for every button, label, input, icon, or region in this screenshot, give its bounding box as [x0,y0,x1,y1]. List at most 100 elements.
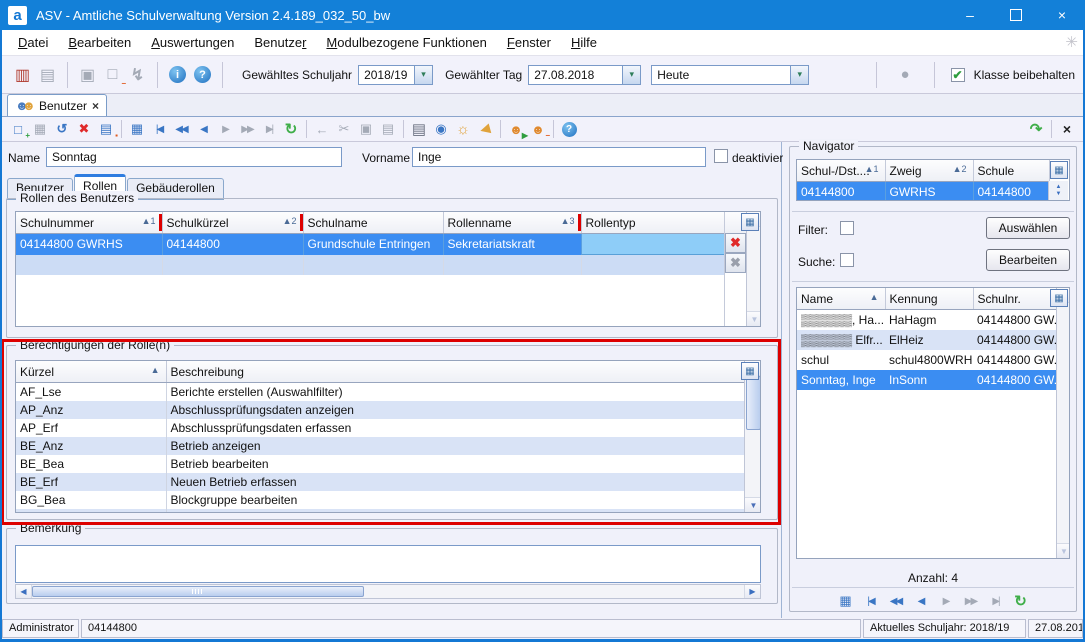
delete-record-icon[interactable]: ✖ [73,119,95,139]
stamp-icon[interactable]: ▣ [75,63,100,87]
column-header[interactable]: Schulname [303,212,443,234]
tab-benutzer[interactable]: ☻☻ Benutzer × [7,94,107,116]
day-combobox[interactable]: 27.08.2018 ▾ [528,65,641,85]
filter-checkbox[interactable] [840,221,854,235]
column-header[interactable]: Schulnummer▲1 [16,212,162,234]
table-row[interactable]: BE_ErfNeuen Betrieb erfassen [16,473,744,491]
help-circle-icon[interactable]: ? [558,119,580,139]
back-arrow-icon[interactable]: ← [311,119,333,139]
column-header[interactable]: Kürzel▲ [16,361,166,383]
menu-item-bearbeiten[interactable]: Bearbeiten [58,31,141,54]
table-row[interactable]: AP_ErfAbschlussprüfungsdaten erfassen [16,419,744,437]
deaktiviert-checkbox[interactable] [714,149,728,163]
column-picker-icon[interactable]: ▦ [1050,289,1068,307]
last-record-button[interactable]: ▶| [258,119,280,139]
refresh-icon[interactable]: ↻ [1010,591,1032,611]
scroll-down-icon[interactable]: ▼ [1057,543,1070,558]
edit-record-icon[interactable]: ▤▪ [95,119,117,139]
horn-icon[interactable]: ◀ [474,119,496,139]
table-row[interactable]: BG_BeaBlockgruppe bearbeiten [16,491,744,509]
day-mode-combobox[interactable]: Heute ▾ [651,65,809,85]
column-header[interactable]: Kennung [885,288,973,310]
table-row[interactable]: schulschul4800WRHS04144800 GW... [797,350,1056,370]
save-icon[interactable]: ▦ [29,119,51,139]
close-button[interactable]: × [1039,0,1085,30]
chevron-down-icon[interactable]: ▾ [622,66,640,84]
delete-role-button[interactable]: ✖ [725,233,746,253]
paste-icon[interactable]: ▤ [377,119,399,139]
table-row[interactable] [16,255,724,276]
refresh-icon[interactable]: ↻ [280,119,302,139]
table-row[interactable]: BE_BeaBetrieb bearbeiten [16,455,744,473]
fast-back-button[interactable]: ◀◀ [170,119,192,139]
scroll-right-icon[interactable]: ▶ [744,585,760,598]
copy-icon[interactable]: ▣ [355,119,377,139]
spinner-up-icon[interactable]: ▲ [1056,184,1062,191]
column-picker-icon[interactable]: ▦ [741,362,759,380]
next-record-button[interactable]: ▶ [214,119,236,139]
table-row[interactable]: 04144800GWRHS04144800 [797,182,1049,202]
column-header[interactable]: Schulkürzel▲2 [162,212,303,234]
data-table-icon[interactable]: ▦ [835,591,857,611]
table-row[interactable]: ▒▒▒▒▒▒ Elfr...ElHeiz04144800 GW... [797,330,1056,350]
column-header[interactable]: Rollenname▲3 [443,212,581,234]
undo-icon[interactable]: ↺ [51,119,73,139]
column-header[interactable]: Beschreibung [166,361,744,383]
bearbeiten-button[interactable]: Bearbeiten [986,249,1070,271]
scrollbar-thumb[interactable] [32,586,364,597]
menu-item-datei[interactable]: Datei [8,31,58,54]
table-row[interactable]: Sonntag, IngeInSonn04144800 GW... [797,370,1056,390]
previous-record-button[interactable]: ◀ [192,119,214,139]
spinner-down-icon[interactable]: ▼ [1056,191,1062,198]
chevron-down-icon[interactable]: ▾ [790,66,808,84]
row-spinner[interactable]: ▲▼ [1048,181,1068,200]
subtab-gebaeuderollen[interactable]: Gebäuderollen [127,178,224,200]
auswaehlen-button[interactable]: Auswählen [986,217,1070,239]
table-row[interactable]: 04144800 GWRHS04144800Grundschule Entrin… [16,234,724,255]
fast-forward-button[interactable]: ▶▶ [236,119,258,139]
column-picker-icon[interactable]: ▦ [741,213,759,231]
table-row[interactable]: BG_ErfBlockgruppe erfassen [16,509,744,513]
next-record-button[interactable]: ▶ [935,591,957,611]
preview-eye-icon[interactable]: ◉ [430,119,452,139]
last-record-button[interactable]: ▶| [985,591,1007,611]
school-year-combobox[interactable]: 2018/19 ▾ [358,65,433,85]
menu-item-benutzer[interactable]: Benutzer [244,31,316,54]
close-module-icon[interactable]: × [1056,119,1078,139]
remove-user-icon[interactable]: ☻− [527,119,549,139]
print-settings-icon[interactable]: ▤ [35,63,60,87]
lightbulb-icon[interactable]: ☼ [452,119,474,139]
table-row[interactable]: BE_AnzBetrieb anzeigen [16,437,744,455]
name-input[interactable]: Sonntag [46,147,342,167]
column-header[interactable]: Schule [973,160,1049,182]
minimize-button[interactable]: – [947,0,993,30]
print-icon[interactable]: ▤ [408,119,430,139]
suche-checkbox[interactable] [840,253,854,267]
lightning-icon[interactable]: ↯ [125,63,150,87]
bemerkung-hscrollbar[interactable]: ◀ ▶ [15,584,761,599]
fast-back-button[interactable]: ◀◀ [885,591,907,611]
info-icon[interactable]: i [165,63,190,87]
assign-user-icon[interactable]: ☻▶ [505,119,527,139]
bemerkung-textarea[interactable] [15,545,761,583]
menu-item-hilfe[interactable]: Hilfe [561,31,607,54]
data-table-icon[interactable]: ▦ [126,119,148,139]
cut-icon[interactable]: ✂ [333,119,355,139]
column-picker-icon[interactable]: ▦ [1050,161,1068,179]
fast-forward-button[interactable]: ▶▶ [960,591,982,611]
table-row[interactable]: AF_LseBerichte erstellen (Auswahlfilter) [16,383,744,402]
tab-close-icon[interactable]: × [92,99,99,113]
column-header[interactable]: Rollentyp [581,212,724,234]
switch-view-icon[interactable]: ↷ [1025,119,1047,139]
menu-item-modulbezogene-funktionen[interactable]: Modulbezogene Funktionen [316,31,496,54]
previous-record-button[interactable]: ◀ [910,591,932,611]
scroll-down-icon[interactable]: ▼ [747,311,761,326]
permissions-scrollbar[interactable]: ▲ ▼ [744,361,761,512]
new-record-icon[interactable]: □+ [7,119,29,139]
table-row[interactable]: ▒▒▒▒▒▒, Ha...HaHagm04144800 GW... [797,310,1056,331]
help-icon[interactable]: ? [190,63,215,87]
keep-class-checkbox[interactable]: ✔ [951,68,965,82]
menu-item-auswertungen[interactable]: Auswertungen [141,31,244,54]
scroll-down-icon[interactable]: ▼ [745,497,761,512]
first-record-button[interactable]: |◀ [860,591,882,611]
